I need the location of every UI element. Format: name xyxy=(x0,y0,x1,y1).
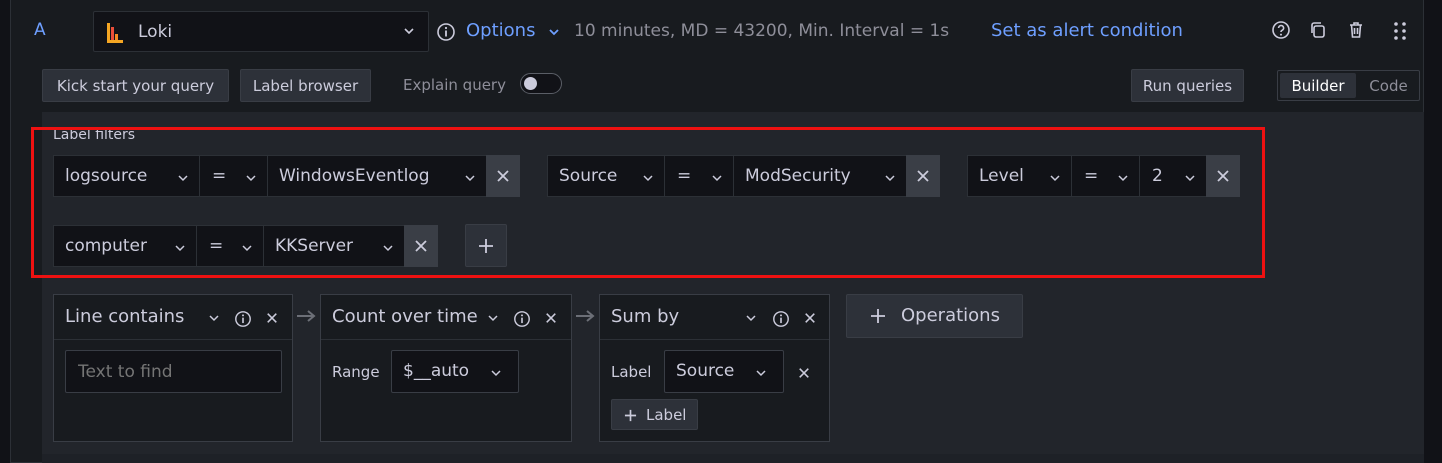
operation-header: Sum by xyxy=(600,295,829,340)
operation-header: Line contains xyxy=(54,295,292,340)
highlight-box xyxy=(31,127,1265,278)
query-letter[interactable]: A xyxy=(34,20,46,40)
datasource-name: Loki xyxy=(138,22,173,42)
explain-query-label: Explain query xyxy=(403,76,506,94)
operation-line-contains: Line contains xyxy=(53,294,293,442)
chevron-down-icon xyxy=(491,370,501,377)
info-icon[interactable] xyxy=(513,310,531,328)
code-mode-button[interactable]: Code xyxy=(1358,73,1419,98)
explain-query-toggle[interactable] xyxy=(520,73,562,94)
options-toggle[interactable]: Options xyxy=(466,20,535,41)
chevron-down-icon xyxy=(404,28,414,35)
plus-icon xyxy=(871,309,885,323)
set-alert-condition-link[interactable]: Set as alert condition xyxy=(991,20,1183,41)
close-icon[interactable] xyxy=(545,312,557,324)
plus-icon xyxy=(624,409,637,422)
drag-handle-icon[interactable] xyxy=(1390,20,1410,42)
operation-count-over-time: Count over time Range $__auto xyxy=(320,294,572,442)
range-label: Range xyxy=(332,363,380,381)
add-label-button[interactable]: Label xyxy=(611,399,698,430)
arrow-right-icon xyxy=(576,310,595,322)
info-icon[interactable] xyxy=(234,310,252,328)
trash-icon[interactable] xyxy=(1346,20,1366,40)
editor-mode-switch: Builder Code xyxy=(1277,70,1420,101)
add-operations-button[interactable]: Operations xyxy=(846,294,1023,338)
line-contains-input[interactable] xyxy=(65,350,282,393)
run-queries-button[interactable]: Run queries xyxy=(1131,69,1244,102)
close-icon[interactable] xyxy=(798,367,810,379)
sum-by-label-select[interactable]: Source xyxy=(664,350,784,393)
datasource-picker[interactable]: Loki xyxy=(93,11,429,52)
help-icon[interactable] xyxy=(1271,20,1291,40)
operation-header: Count over time xyxy=(321,295,571,340)
info-icon[interactable] xyxy=(772,310,790,328)
options-summary: 10 minutes, MD = 43200, Min. Interval = … xyxy=(574,21,950,41)
arrow-right-icon xyxy=(297,310,316,322)
close-icon[interactable] xyxy=(266,312,278,324)
range-select[interactable]: $__auto xyxy=(391,350,519,393)
chevron-down-icon[interactable] xyxy=(547,25,561,39)
duplicate-icon[interactable] xyxy=(1308,20,1328,40)
close-icon[interactable] xyxy=(804,312,816,324)
chevron-down-icon[interactable] xyxy=(487,312,499,324)
chevron-down-icon[interactable] xyxy=(208,312,220,324)
label-browser-button[interactable]: Label browser xyxy=(240,69,371,102)
builder-mode-button[interactable]: Builder xyxy=(1280,73,1356,98)
chevron-down-icon[interactable] xyxy=(745,312,757,324)
sum-by-label-label: Label xyxy=(611,363,652,381)
loki-logo-icon xyxy=(107,23,123,43)
bottom-bar xyxy=(42,454,1424,463)
chevron-down-icon xyxy=(756,370,766,377)
kick-start-button[interactable]: Kick start your query xyxy=(42,69,229,102)
toggle-knob xyxy=(524,77,537,90)
info-icon[interactable] xyxy=(436,22,456,42)
